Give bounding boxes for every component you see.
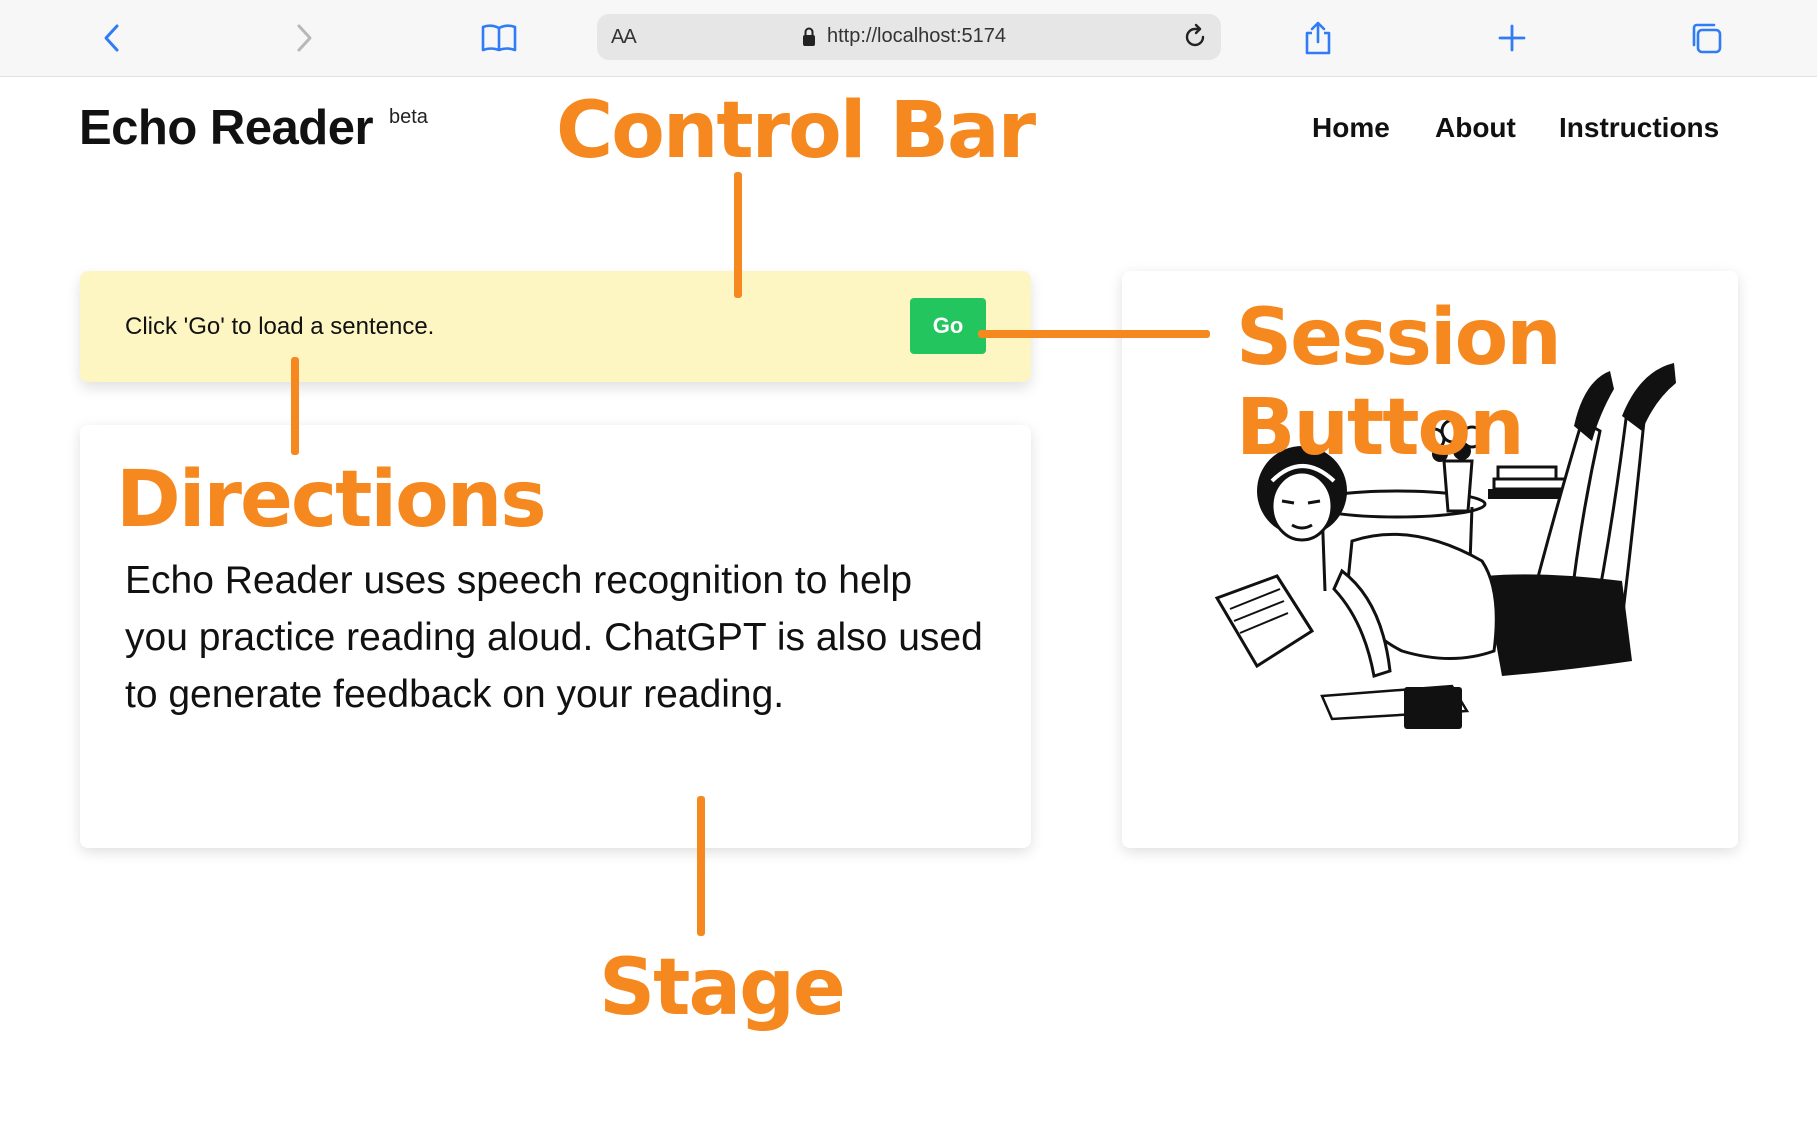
share-icon[interactable] — [1298, 18, 1338, 58]
control-bar-hint: Click 'Go' to load a sentence. — [125, 313, 435, 340]
beta-badge: beta — [389, 106, 428, 128]
plus-icon[interactable] — [1492, 18, 1532, 58]
reload-icon[interactable] — [1181, 23, 1209, 51]
annotation-session-button: Session Button — [1236, 293, 1562, 473]
book-icon[interactable] — [479, 18, 519, 58]
lock-icon — [801, 26, 817, 48]
text-size-button[interactable]: AA — [611, 26, 637, 49]
annotation-line-control-bar — [734, 172, 742, 298]
annotation-line-directions — [291, 357, 299, 455]
control-bar: Click 'Go' to load a sentence. Go — [80, 271, 1031, 382]
annotation-control-bar: Control Bar — [556, 86, 1036, 176]
url-text: http://localhost:5174 — [827, 25, 1007, 47]
annotation-directions: Directions — [116, 455, 547, 545]
forward-chevron-icon[interactable] — [284, 18, 324, 58]
back-chevron-icon[interactable] — [92, 18, 132, 58]
annotation-line-session-button — [978, 330, 1210, 338]
nav-instructions-link[interactable]: Instructions — [1559, 112, 1719, 144]
address-bar[interactable]: AA http://localhost:5174 — [597, 14, 1221, 60]
annotation-stage: Stage — [599, 943, 846, 1033]
nav-home-link[interactable]: Home — [1312, 112, 1390, 144]
go-button[interactable]: Go — [910, 298, 986, 354]
annotation-line-stage — [697, 796, 705, 936]
browser-toolbar: AA http://localhost:5174 — [0, 0, 1817, 77]
tabs-icon[interactable] — [1686, 18, 1726, 58]
brand-title[interactable]: Echo Reader — [79, 100, 374, 156]
stage-text: Echo Reader uses speech recognition to h… — [125, 559, 983, 716]
nav-about-link[interactable]: About — [1435, 112, 1516, 144]
